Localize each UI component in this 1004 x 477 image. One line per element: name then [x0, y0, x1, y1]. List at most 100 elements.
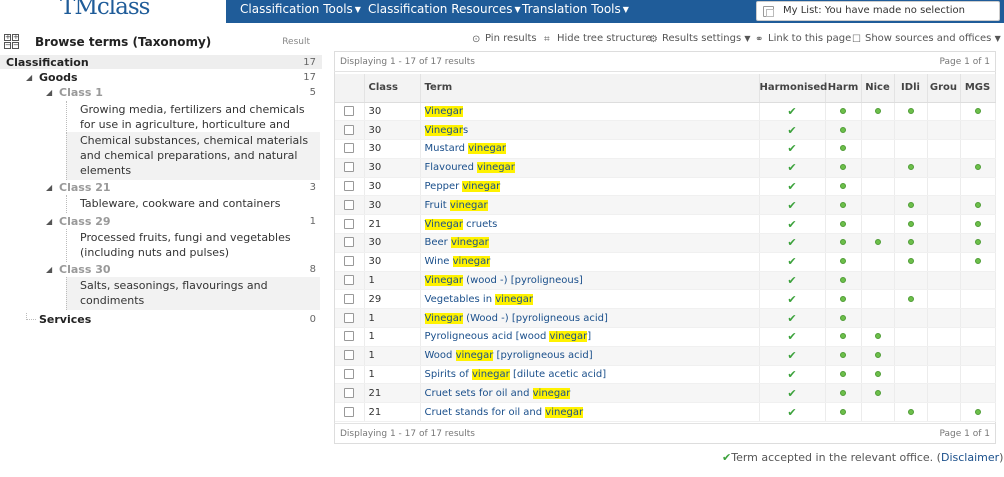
- collapse-triangle-icon[interactable]: ◢: [26, 73, 32, 82]
- table-row[interactable]: 30 Wine vinegar ✔: [335, 252, 996, 272]
- term-link[interactable]: Vegetables in vinegar: [425, 293, 534, 305]
- tree-leaf[interactable]: Chemical substances, chemical materials …: [66, 132, 320, 180]
- term-link[interactable]: Cruet sets for oil and vinegar: [425, 387, 571, 399]
- table-row[interactable]: 1 Vinegar (Wood -) [pyroligneous acid] ✔: [335, 308, 996, 329]
- row-checkbox[interactable]: [344, 199, 355, 210]
- row-checkbox[interactable]: [344, 256, 355, 267]
- harm-column-header[interactable]: Harm: [825, 74, 862, 103]
- table-row[interactable]: 30 Fruit vinegar ✔: [335, 195, 996, 216]
- disclaimer-link[interactable]: Disclaimer: [941, 451, 999, 464]
- term-link[interactable]: Mustard vinegar: [425, 143, 506, 155]
- tmclass-logo[interactable]: TMclass: [60, 0, 150, 20]
- term-cell[interactable]: Pepper vinegar: [420, 177, 760, 197]
- my-list-box[interactable]: My List: You have made no selection: [756, 1, 1000, 21]
- harmonised-column-header[interactable]: Harmonised: [759, 74, 827, 103]
- row-checkbox[interactable]: [344, 124, 355, 135]
- table-row[interactable]: 30 Flavoured vinegar ✔: [335, 158, 996, 178]
- show-sources-button[interactable]: ☐ Show sources and offices ▼: [852, 33, 1001, 49]
- term-link[interactable]: Vinegars: [424, 124, 468, 136]
- row-checkbox[interactable]: [344, 331, 355, 342]
- idli-column-header[interactable]: IDli: [894, 74, 928, 103]
- row-checkbox[interactable]: [344, 275, 355, 286]
- table-row[interactable]: 30 Beer vinegar ✔: [335, 233, 996, 253]
- term-link[interactable]: Wood vinegar [pyroligneous acid]: [425, 350, 593, 362]
- term-cell[interactable]: Beer vinegar: [420, 233, 760, 253]
- pin-results-button[interactable]: ⊙ Pin results: [472, 33, 537, 49]
- table-row[interactable]: 21 Cruet sets for oil and vinegar ✔: [335, 383, 996, 404]
- hide-tree-button[interactable]: ⌗ Hide tree structure: [544, 33, 652, 49]
- term-cell[interactable]: Vinegar: [420, 102, 760, 122]
- tree-node-classification[interactable]: Classification 17: [0, 55, 322, 69]
- class-column-header[interactable]: Class: [364, 74, 421, 103]
- term-cell[interactable]: Vegetables in vinegar: [420, 289, 760, 310]
- term-link[interactable]: Wine vinegar: [425, 256, 491, 268]
- nice-column-header[interactable]: Nice: [861, 74, 895, 103]
- term-link[interactable]: Fruit vinegar: [425, 199, 488, 211]
- tree-node-goods[interactable]: ◢ Goods 17: [0, 71, 322, 85]
- term-link[interactable]: Spirits of vinegar [dilute acetic acid]: [425, 369, 606, 381]
- table-row[interactable]: 1 Vinegar (wood -) [pyroligneous] ✔: [335, 271, 996, 291]
- menu-translation-tools[interactable]: Translation Tools ▼: [522, 2, 629, 16]
- table-row[interactable]: 30 Vinegar ✔: [335, 102, 996, 122]
- row-checkbox[interactable]: [344, 237, 355, 248]
- tree-leaf[interactable]: Processed fruits, fungi and vegetables (…: [66, 229, 320, 262]
- collapse-triangle-icon[interactable]: ◢: [46, 183, 52, 192]
- term-cell[interactable]: Vinegar (Wood -) [pyroligneous acid]: [420, 308, 760, 329]
- tree-node-class-29[interactable]: ◢ Class 29 1: [0, 215, 322, 229]
- term-cell[interactable]: Flavoured vinegar: [420, 158, 760, 178]
- table-row[interactable]: 21 Vinegar cruets ✔: [335, 214, 996, 235]
- term-cell[interactable]: Mustard vinegar: [420, 139, 760, 159]
- term-link[interactable]: Beer vinegar: [425, 237, 489, 249]
- term-column-header[interactable]: Term: [420, 74, 760, 103]
- row-checkbox[interactable]: [344, 350, 355, 361]
- collapse-triangle-icon[interactable]: ◢: [46, 265, 52, 274]
- row-checkbox[interactable]: [344, 369, 355, 380]
- tree-node-class-21[interactable]: ◢ Class 21 3: [0, 181, 322, 195]
- row-checkbox[interactable]: [344, 293, 355, 304]
- table-row[interactable]: 30 Mustard vinegar ✔: [335, 139, 996, 159]
- table-row[interactable]: 30 Pepper vinegar ✔: [335, 177, 996, 197]
- term-link[interactable]: Vinegar: [424, 105, 463, 117]
- tree-node-services[interactable]: Services 0: [0, 313, 322, 327]
- row-checkbox[interactable]: [344, 406, 355, 417]
- row-checkbox[interactable]: [344, 181, 355, 192]
- term-cell[interactable]: Fruit vinegar: [420, 195, 760, 216]
- tree-node-class-1[interactable]: ◢ Class 1 5: [0, 86, 322, 100]
- row-checkbox[interactable]: [344, 312, 355, 323]
- table-row[interactable]: 29 Vegetables in vinegar ✔: [335, 289, 996, 310]
- tree-node-class-30[interactable]: ◢ Class 30 8: [0, 263, 322, 277]
- term-cell[interactable]: Pyroligneous acid [wood vinegar]: [420, 327, 760, 347]
- term-link[interactable]: Flavoured vinegar: [425, 162, 515, 174]
- row-checkbox[interactable]: [344, 218, 355, 229]
- term-cell[interactable]: Vinegar (wood -) [pyroligneous]: [420, 271, 760, 291]
- term-cell[interactable]: Vinegar cruets: [420, 214, 760, 235]
- term-cell[interactable]: Cruet sets for oil and vinegar: [420, 383, 760, 404]
- collapse-triangle-icon[interactable]: ◢: [46, 217, 52, 226]
- table-row[interactable]: 1 Spirits of vinegar [dilute acetic acid]…: [335, 365, 996, 385]
- expand-collapse-all-icon[interactable]: + + − −: [4, 34, 30, 50]
- table-row[interactable]: 30 Vinegars ✔: [335, 120, 996, 141]
- term-cell[interactable]: Wine vinegar: [420, 252, 760, 272]
- grou-column-header[interactable]: Grou: [927, 74, 961, 103]
- link-to-page-button[interactable]: ⚭ Link to this page: [755, 33, 851, 49]
- term-cell[interactable]: Vinegars: [420, 120, 760, 141]
- term-link[interactable]: Vinegar (Wood -) [pyroligneous acid]: [424, 312, 608, 324]
- table-row[interactable]: 1 Wood vinegar [pyroligneous acid] ✔: [335, 346, 996, 366]
- row-checkbox[interactable]: [344, 162, 355, 173]
- row-checkbox[interactable]: [344, 105, 355, 116]
- tree-leaf[interactable]: Tableware, cookware and containers: [66, 195, 320, 213]
- term-link[interactable]: Pyroligneous acid [wood vinegar]: [425, 331, 591, 343]
- menu-classification-tools[interactable]: Classification Tools ▼: [240, 2, 361, 16]
- term-link[interactable]: Cruet stands for oil and vinegar: [425, 406, 584, 418]
- mgs-column-header[interactable]: MGS: [960, 74, 996, 103]
- tree-leaf[interactable]: Salts, seasonings, flavourings and condi…: [66, 277, 320, 310]
- term-link[interactable]: Vinegar cruets: [424, 218, 497, 230]
- term-link[interactable]: Pepper vinegar: [425, 181, 501, 193]
- table-row[interactable]: 1 Pyroligneous acid [wood vinegar] ✔: [335, 327, 996, 347]
- collapse-triangle-icon[interactable]: ◢: [46, 88, 52, 97]
- table-row[interactable]: 21 Cruet stands for oil and vinegar ✔: [335, 402, 996, 423]
- term-cell[interactable]: Wood vinegar [pyroligneous acid]: [420, 346, 760, 366]
- term-cell[interactable]: Spirits of vinegar [dilute acetic acid]: [420, 365, 760, 385]
- term-cell[interactable]: Cruet stands for oil and vinegar: [420, 402, 760, 423]
- results-settings-button[interactable]: ⚙ Results settings ▼: [649, 33, 751, 49]
